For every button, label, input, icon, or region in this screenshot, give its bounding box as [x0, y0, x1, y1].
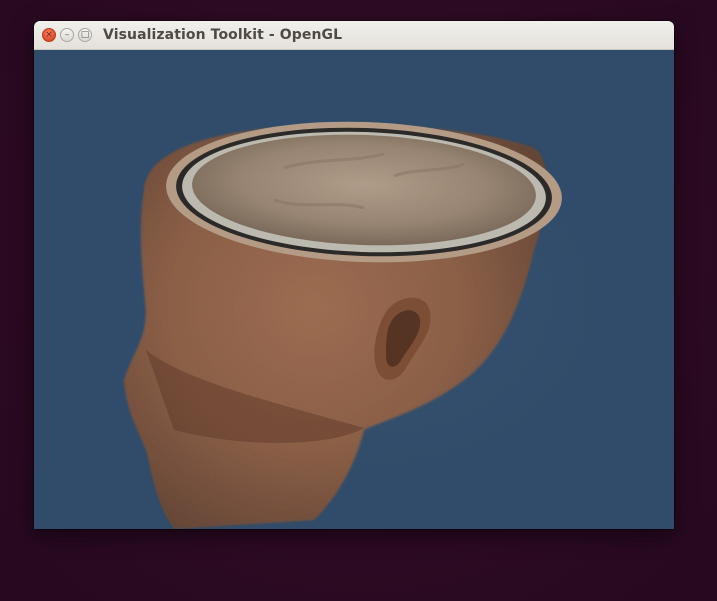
title-bar[interactable]: × – □ Visualization Toolkit - OpenGL	[34, 21, 674, 50]
vtk-window: × – □ Visualization Toolkit - OpenGL	[34, 21, 674, 529]
render-viewport[interactable]	[34, 50, 674, 529]
volume-render-canvas[interactable]	[34, 50, 674, 529]
desktop-background: × – □ Visualization Toolkit - OpenGL	[0, 0, 717, 601]
maximize-icon: □	[80, 29, 90, 40]
window-controls: × – □	[42, 28, 92, 42]
close-icon: ×	[45, 29, 53, 40]
maximize-button[interactable]: □	[78, 28, 92, 42]
close-button[interactable]: ×	[42, 28, 56, 42]
minimize-button[interactable]: –	[60, 28, 74, 42]
minimize-icon: –	[64, 29, 70, 40]
window-title: Visualization Toolkit - OpenGL	[103, 27, 343, 43]
